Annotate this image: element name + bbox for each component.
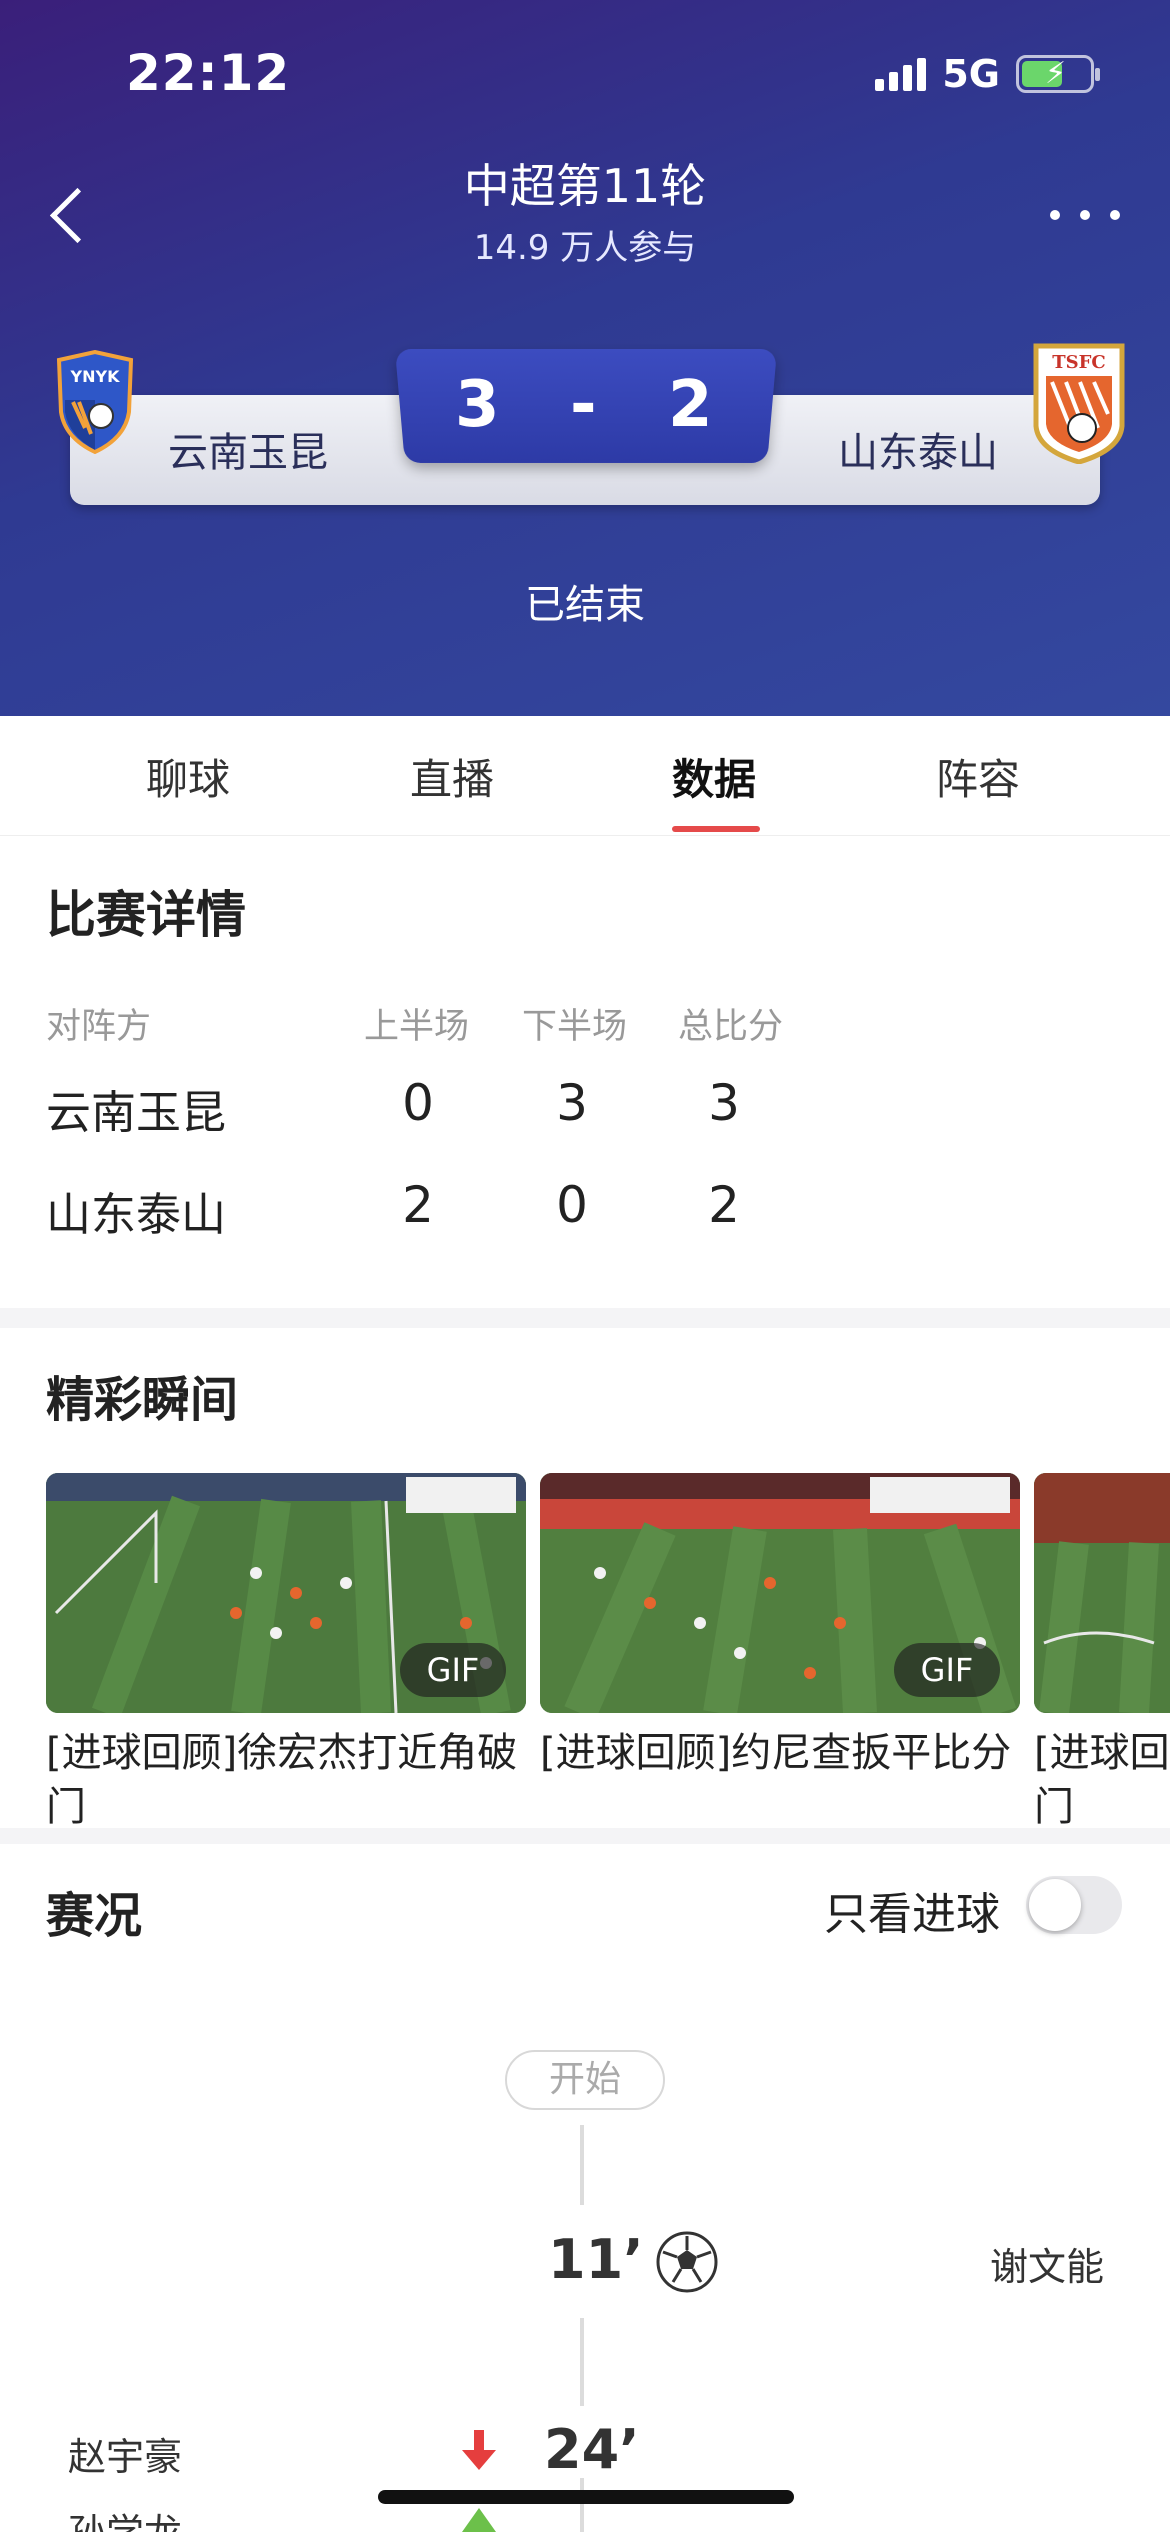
event-minute: 24’	[544, 2418, 640, 2481]
participants-count: 14.9 万人参与	[473, 228, 697, 268]
gif-badge: GIF	[400, 1643, 506, 1697]
tab-lineup[interactable]: 阵容	[936, 746, 1020, 807]
score-separator: -	[570, 368, 597, 442]
away-score: 2	[668, 368, 713, 442]
goals-only-label: 只看进球	[824, 1889, 1000, 1940]
sub-player-out[interactable]: 赵宇豪	[68, 2426, 182, 2481]
highlight-card[interactable]: GIF	[46, 1473, 526, 1713]
gif-badge: GIF	[894, 1643, 1000, 1697]
substitution-out-icon	[462, 2430, 496, 2470]
timeline-start: 开始	[505, 2050, 665, 2110]
battery-icon: ⚡	[1016, 55, 1100, 93]
away-logo-text: TSFC	[1052, 352, 1106, 373]
home-team-logo[interactable]: YNYK	[55, 350, 135, 454]
timeline-line	[580, 2318, 584, 2406]
soccer-ball-icon	[656, 2231, 718, 2293]
header-teams: 对阵方	[46, 1007, 152, 1047]
status-time: 22:12	[126, 44, 291, 102]
timeline-line	[580, 2125, 584, 2205]
home-score: 3	[455, 368, 500, 442]
match-status: 已结束	[525, 582, 645, 628]
sub-player-in[interactable]: 孙学龙	[68, 2502, 182, 2532]
highlight-thumbnail	[1034, 1473, 1170, 1713]
away-team-logo[interactable]: TSFC	[1032, 342, 1126, 464]
header-second-half: 下半场	[522, 1007, 628, 1047]
home-indicator[interactable]	[378, 2490, 794, 2504]
highlight-caption[interactable]: [进球回门	[1034, 1726, 1170, 1834]
substitution-in-icon	[462, 2508, 496, 2532]
section-divider	[0, 1308, 1170, 1328]
header-first-half: 上半场	[364, 1007, 470, 1047]
away-total: 2	[708, 1176, 740, 1234]
highlight-caption[interactable]: [进球回顾]约尼查扳平比分	[540, 1726, 1030, 1834]
goals-only-toggle[interactable]	[1026, 1876, 1122, 1934]
highlight-card[interactable]: GIF	[540, 1473, 1020, 1713]
signal-icon	[875, 57, 927, 91]
home-second-half: 3	[556, 1074, 588, 1132]
highlights-title: 精彩瞬间	[46, 1372, 239, 1428]
tab-active-indicator	[672, 826, 760, 832]
event-player-away[interactable]: 谢文能	[990, 2236, 1104, 2291]
detail-row-away-team: 山东泰山	[46, 1188, 227, 1241]
page-title: 中超第11轮	[463, 159, 707, 213]
home-total: 3	[708, 1074, 740, 1132]
home-team-name[interactable]: 云南玉昆	[168, 420, 328, 478]
event-minute: 11’	[548, 2228, 644, 2291]
away-second-half: 0	[556, 1176, 588, 1234]
highlight-card[interactable]	[1034, 1473, 1170, 1713]
away-team-name[interactable]: 山东泰山	[838, 420, 998, 478]
highlight-caption[interactable]: [进球回顾]徐宏杰打近角破门	[46, 1726, 536, 1834]
tab-live[interactable]: 直播	[410, 746, 494, 807]
match-header: 22:12 5G ⚡ 中超第11轮 14.9 万人参与 3 - 2 云南玉昆 山…	[0, 0, 1170, 716]
away-first-half: 2	[402, 1176, 434, 1234]
header-total: 总比分	[678, 1007, 784, 1047]
status-icons: 5G ⚡	[875, 52, 1100, 96]
timeline-line	[580, 2478, 584, 2532]
network-label: 5G	[942, 52, 1000, 96]
tab-chat[interactable]: 聊球	[146, 746, 230, 807]
home-first-half: 0	[402, 1074, 434, 1132]
tab-data[interactable]: 数据	[672, 746, 756, 807]
detail-row-home-team: 云南玉昆	[46, 1086, 227, 1139]
tab-bar: 聊球 直播 数据 阵容	[0, 716, 1170, 836]
section-divider	[0, 1828, 1170, 1844]
match-detail-title: 比赛详情	[46, 886, 246, 944]
live-title: 赛况	[46, 1888, 143, 1944]
home-logo-text: YNYK	[70, 367, 121, 386]
